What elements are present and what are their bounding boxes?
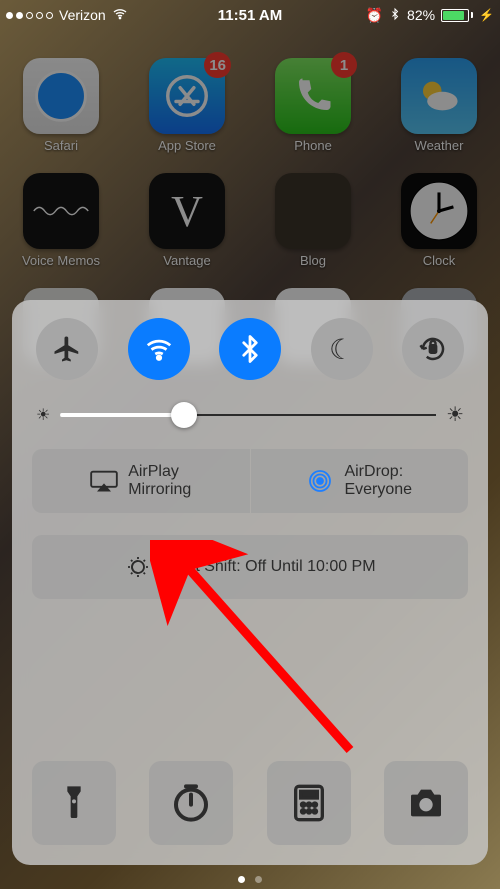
status-right: ⏰ 82% ⚡ xyxy=(282,7,494,24)
flashlight-icon xyxy=(54,783,94,823)
badge: 16 xyxy=(204,52,231,78)
badge: 1 xyxy=(331,52,357,78)
orientation-lock-toggle[interactable] xyxy=(402,318,464,380)
slider-track[interactable] xyxy=(60,414,436,416)
app-label: Phone xyxy=(294,138,332,153)
app-label: App Store xyxy=(158,138,216,153)
charging-icon: ⚡ xyxy=(479,8,494,22)
calculator-button[interactable] xyxy=(267,761,351,845)
toggle-row: ☾ xyxy=(32,318,468,380)
airplay-line2: Mirroring xyxy=(128,481,191,499)
page-dot-active xyxy=(238,876,245,883)
app-weather[interactable]: Weather xyxy=(394,58,484,153)
camera-icon xyxy=(406,783,446,823)
calculator-icon xyxy=(289,783,329,823)
app-label: Voice Memos xyxy=(22,253,100,268)
bluetooth-toggle[interactable] xyxy=(219,318,281,380)
night-shift-label: Night Shift: Off Until 10:00 PM xyxy=(162,558,375,576)
brightness-low-icon: ☀ xyxy=(36,405,50,425)
page-indicator xyxy=(0,876,500,883)
brightness-slider[interactable]: ☀ ☀ xyxy=(32,402,468,427)
app-vantage[interactable]: V Vantage xyxy=(142,173,232,268)
airplane-mode-toggle[interactable] xyxy=(36,318,98,380)
app-clock[interactable]: Clock xyxy=(394,173,484,268)
camera-button[interactable] xyxy=(384,761,468,845)
clock-icon xyxy=(401,173,477,249)
app-label: Weather xyxy=(415,138,464,153)
wifi-status-icon xyxy=(112,6,128,25)
blog-icon xyxy=(275,173,351,249)
battery-icon xyxy=(441,9,473,22)
night-shift-button[interactable]: Night Shift: Off Until 10:00 PM xyxy=(32,535,468,599)
app-blog[interactable]: Blog xyxy=(268,173,358,268)
night-shift-row: Night Shift: Off Until 10:00 PM xyxy=(32,535,468,599)
status-time: 11:51 AM xyxy=(218,7,282,24)
app-label: Safari xyxy=(44,138,78,153)
airdrop-line1: AirDrop: xyxy=(344,463,412,481)
vantage-icon: V xyxy=(149,173,225,249)
airdrop-line2: Everyone xyxy=(344,481,412,499)
moon-icon: ☾ xyxy=(329,333,354,366)
app-label: Clock xyxy=(423,253,456,268)
weather-icon xyxy=(401,58,477,134)
battery-pct: 82% xyxy=(407,7,435,23)
airdrop-button[interactable]: AirDrop: Everyone xyxy=(251,449,469,513)
airdrop-icon xyxy=(306,469,334,493)
app-phone[interactable]: 1 Phone xyxy=(268,58,358,153)
status-left: Verizon xyxy=(6,6,218,25)
quick-launch-row xyxy=(32,761,468,845)
app-safari[interactable]: Safari xyxy=(16,58,106,153)
app-label: Blog xyxy=(300,253,326,268)
alarm-icon: ⏰ xyxy=(366,7,383,24)
slider-thumb[interactable] xyxy=(171,402,197,428)
timer-button[interactable] xyxy=(149,761,233,845)
timer-icon xyxy=(171,783,211,823)
brightness-high-icon: ☀ xyxy=(446,402,464,427)
page-dot xyxy=(255,876,262,883)
night-shift-icon xyxy=(124,555,152,579)
airplay-line1: AirPlay xyxy=(128,463,191,481)
signal-dots-icon xyxy=(6,12,53,19)
app-label: Vantage xyxy=(163,253,210,268)
appstore-icon: 16 xyxy=(149,58,225,134)
phone-icon: 1 xyxy=(275,58,351,134)
app-voice-memos[interactable]: Voice Memos xyxy=(16,173,106,268)
airplay-mirroring-button[interactable]: AirPlay Mirroring xyxy=(32,449,250,513)
app-appstore[interactable]: 16 App Store xyxy=(142,58,232,153)
safari-icon xyxy=(23,58,99,134)
airplay-airdrop-row: AirPlay Mirroring AirDrop: Everyone xyxy=(32,449,468,513)
do-not-disturb-toggle[interactable]: ☾ xyxy=(311,318,373,380)
carrier-label: Verizon xyxy=(59,7,106,23)
control-center: ☾ ☀ ☀ AirPlay Mirroring AirDrop: Everyon… xyxy=(12,300,488,865)
voice-memos-icon xyxy=(23,173,99,249)
flashlight-button[interactable] xyxy=(32,761,116,845)
bluetooth-status-icon xyxy=(389,7,401,24)
airplay-icon xyxy=(90,469,118,493)
wifi-toggle[interactable] xyxy=(128,318,190,380)
status-bar: Verizon 11:51 AM ⏰ 82% ⚡ xyxy=(0,0,500,30)
